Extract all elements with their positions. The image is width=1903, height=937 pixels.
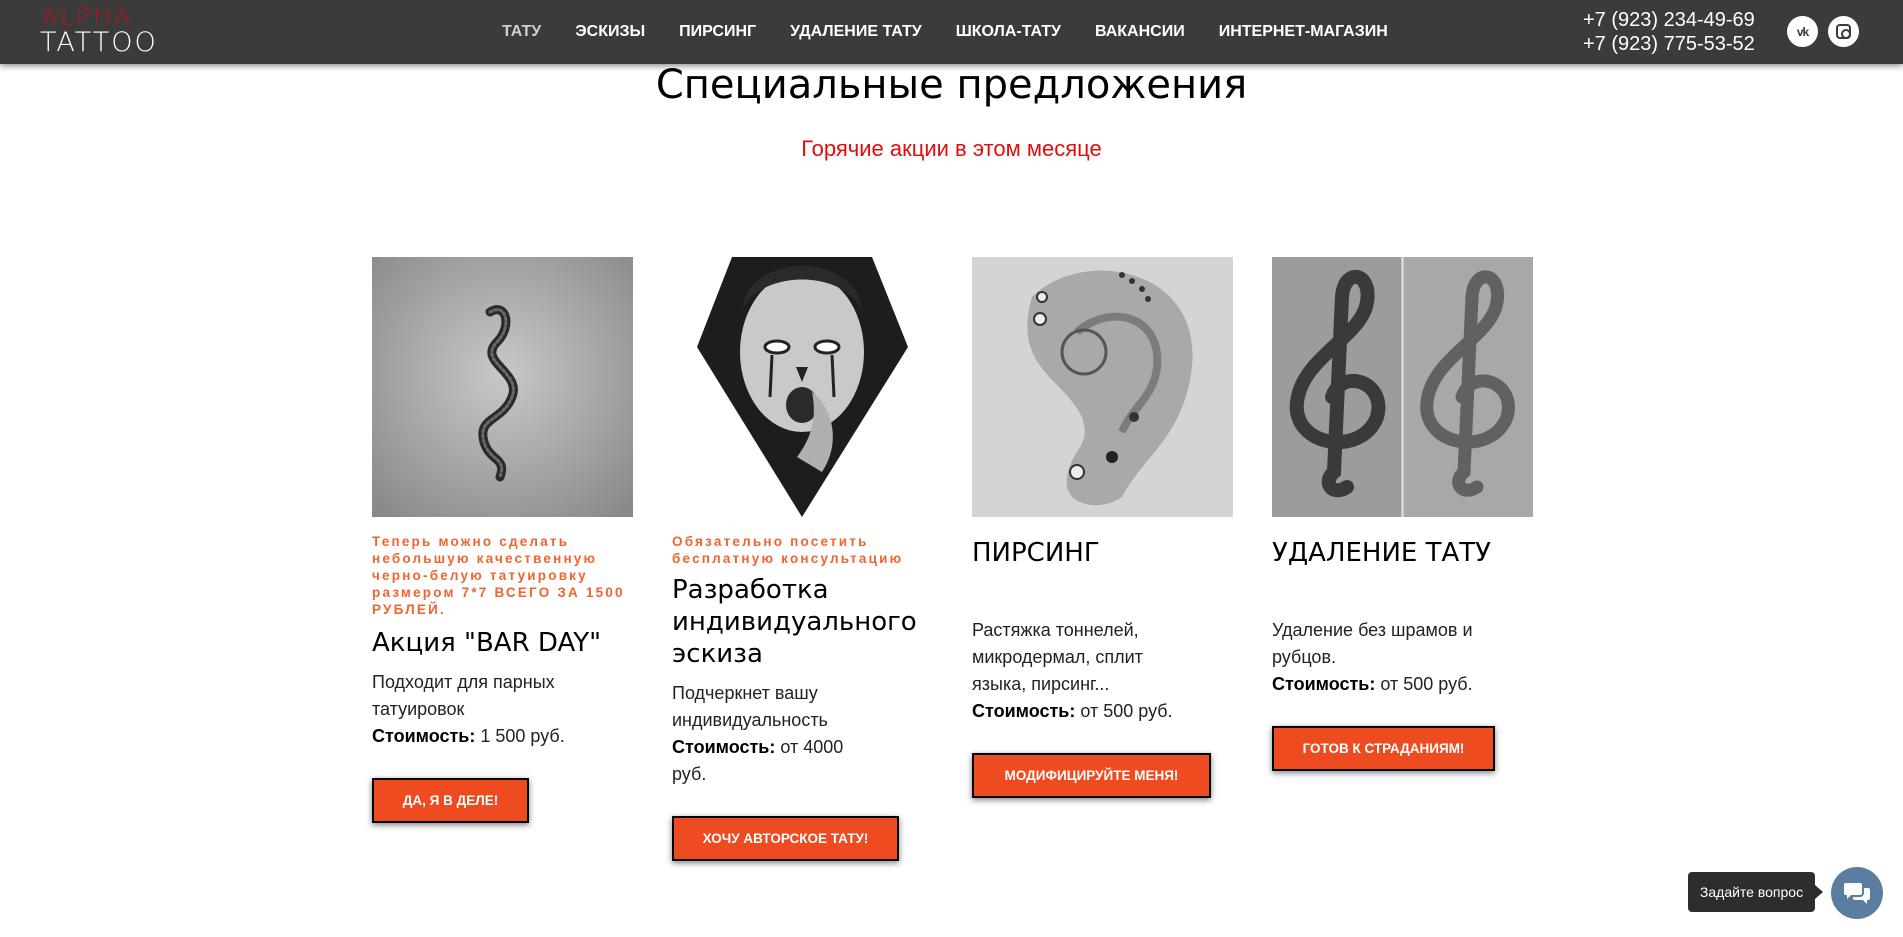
card-title: ПИРСИНГ: [972, 538, 1100, 568]
piercing-cta-button[interactable]: МОДИФИЦИРУЙТЕ МЕНЯ!: [972, 753, 1211, 798]
instagram-glyph: [1836, 24, 1851, 39]
card-desc-text: Подчеркнет вашу индивидуальность: [672, 683, 828, 730]
section-subtitle: Горячие акции в этом месяце: [801, 136, 1102, 161]
logo-bottom-text: TATTOO: [40, 27, 158, 58]
card-tagline: Обязательно посетить бесплатную консульт…: [672, 534, 904, 566]
phone-numbers: +7 (923) 234-49-69 +7 (923) 775-53-52: [1583, 8, 1755, 56]
price-label: Стоимость:: [1272, 674, 1376, 694]
card-description: Подчеркнет вашу индивидуальность Стоимос…: [672, 680, 872, 788]
chat-tooltip[interactable]: Задайте вопрос: [1688, 872, 1823, 912]
offer-card-bar-day: Теперь можно сделать небольшую качествен…: [372, 257, 633, 823]
price-value: от 500 руб.: [1375, 674, 1473, 694]
offer-card-tattoo-removal: УДАЛЕНИЕ ТАТУ Удаление без шрамов и рубц…: [1272, 257, 1533, 771]
bar-day-cta-button[interactable]: ДА, Я В ДЕЛЕ!: [372, 778, 529, 823]
card-desc-text: Удаление без шрамов и рубцов.: [1272, 620, 1473, 667]
nav-item-piercing[interactable]: ПИРСИНГ: [679, 23, 756, 41]
card-title: Разработка индивидуального эскиза: [672, 575, 917, 669]
chat-button[interactable]: [1831, 867, 1883, 919]
site-logo[interactable]: ALPHA TATTOO: [40, 2, 160, 58]
nav-item-vacancies[interactable]: ВАКАНСИИ: [1095, 23, 1185, 41]
price-label: Стоимость:: [672, 737, 776, 757]
card-description: Подходит для парных татуировок Стоимость…: [372, 669, 572, 750]
nav-item-sketches[interactable]: ЭСКИЗЫ: [575, 23, 645, 41]
card-desc-text: Подходит для парных татуировок: [372, 672, 555, 719]
price-label: Стоимость:: [972, 701, 1076, 721]
removal-cta-button[interactable]: ГОТОВ К СТРАДАНИЯМ!: [1272, 726, 1495, 771]
card-description: Удаление без шрамов и рубцов. Стоимость:…: [1272, 617, 1487, 698]
card-desc-text: Растяжка тоннелей, микродермал, сплит яз…: [972, 620, 1143, 694]
vk-icon[interactable]: vk: [1787, 16, 1818, 47]
card-price: Стоимость: от 500 руб.: [1272, 671, 1487, 698]
ear-piercing-image: [972, 257, 1233, 517]
nav-item-tattoo-school[interactable]: ШКОЛА-ТАТУ: [956, 23, 1061, 41]
price-value: 1 500 руб.: [475, 726, 565, 746]
main-nav: ТАТУ ЭСКИЗЫ ПИРСИНГ УДАЛЕНИЕ ТАТУ ШКОЛА-…: [502, 0, 1422, 64]
price-value: от 500 руб.: [1075, 701, 1173, 721]
nav-item-tattoo[interactable]: ТАТУ: [502, 23, 541, 41]
card-price: Стоимость: от 4000 руб.: [672, 734, 872, 788]
woman-face-sketch-image: [672, 257, 933, 517]
card-price: Стоимость: от 500 руб.: [972, 698, 1187, 725]
section-title: Специальные предложения: [655, 62, 1248, 108]
offer-card-piercing: ПИРСИНГ Растяжка тоннелей, микродермал, …: [972, 257, 1233, 798]
nav-item-online-shop[interactable]: ИНТЕРНЕТ-МАГАЗИН: [1219, 23, 1388, 41]
price-label: Стоимость:: [372, 726, 476, 746]
card-title: Акция "BAR DAY": [372, 628, 602, 658]
card-title: УДАЛЕНИЕ ТАТУ: [1272, 538, 1492, 568]
chat-bubbles-icon: [1844, 883, 1870, 904]
treble-clef-removal-image: [1272, 257, 1533, 517]
offer-card-custom-sketch: Обязательно посетить бесплатную консульт…: [672, 257, 933, 861]
custom-sketch-cta-button[interactable]: ХОЧУ АВТОРСКОЕ ТАТУ!: [672, 816, 899, 861]
site-header: ALPHA TATTOO ТАТУ ЭСКИЗЫ ПИРСИНГ УДАЛЕНИ…: [0, 0, 1903, 64]
vk-glyph: vk: [1796, 24, 1809, 39]
phone-link-2[interactable]: +7 (923) 775-53-52: [1583, 32, 1755, 56]
nav-item-tattoo-removal[interactable]: УДАЛЕНИЕ ТАТУ: [790, 23, 922, 41]
snake-tattoo-image: [372, 257, 633, 517]
instagram-icon[interactable]: [1828, 16, 1859, 47]
card-description: Растяжка тоннелей, микродермал, сплит яз…: [972, 617, 1187, 725]
phone-link-1[interactable]: +7 (923) 234-49-69: [1583, 8, 1755, 32]
card-price: Стоимость: 1 500 руб.: [372, 723, 572, 750]
card-tagline: Теперь можно сделать небольшую качествен…: [372, 534, 625, 617]
